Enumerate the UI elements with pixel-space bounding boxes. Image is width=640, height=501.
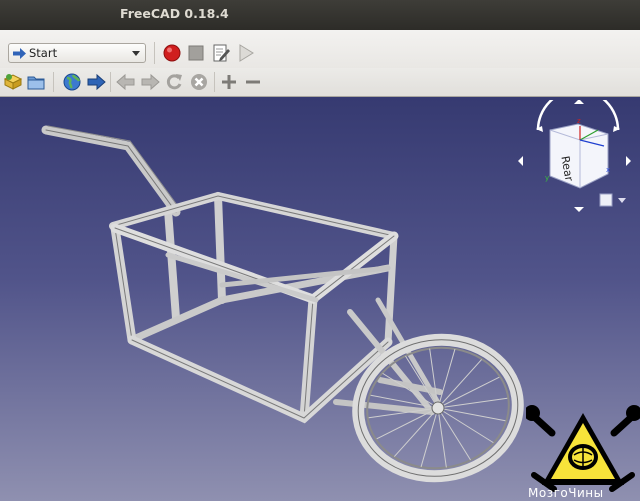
toolbar-separator	[214, 72, 215, 92]
view-menu-cube-icon	[599, 193, 613, 207]
toolbar-separator	[53, 72, 54, 92]
open-folder-icon[interactable]	[26, 72, 46, 92]
workbench-selected-label: Start	[29, 46, 58, 60]
zoom-in-icon[interactable]	[219, 72, 239, 92]
toolbar-separator	[154, 42, 155, 64]
record-icon[interactable]	[162, 43, 182, 63]
next-icon[interactable]	[140, 72, 160, 92]
arrow-right-icon	[626, 156, 631, 166]
chevron-down-icon	[132, 51, 140, 56]
arrow-up-icon	[574, 100, 584, 104]
back-icon[interactable]	[116, 72, 136, 92]
axis-x-label: x	[606, 166, 610, 174]
stop-icon[interactable]	[186, 43, 206, 63]
toolbar-separator	[110, 72, 111, 92]
web-forward-icon[interactable]	[86, 72, 106, 92]
chevron-down-icon	[618, 198, 626, 203]
handle-beam	[41, 125, 181, 217]
play-icon[interactable]	[236, 43, 256, 63]
edit-macro-icon[interactable]	[211, 43, 231, 63]
arrow-down-icon	[574, 207, 584, 212]
window-title: FreeCAD 0.18.4	[120, 6, 229, 21]
new-document-icon[interactable]	[3, 72, 23, 92]
axis-z-label: z	[577, 117, 581, 125]
workbench-selector[interactable]: Start	[8, 43, 146, 63]
arrow-right-icon	[13, 48, 26, 59]
watermark-text: МозгоЧины	[528, 486, 604, 500]
stop-loading-icon[interactable]	[189, 72, 209, 92]
axis-y-label: y	[545, 174, 549, 182]
zoom-out-icon[interactable]	[243, 72, 263, 92]
navigation-cube[interactable]: Rear z y x	[518, 100, 640, 220]
arrow-left-icon	[518, 156, 523, 166]
title-bar: FreeCAD 0.18.4	[0, 0, 640, 30]
web-home-icon[interactable]	[62, 72, 82, 92]
refresh-icon[interactable]	[164, 72, 184, 92]
